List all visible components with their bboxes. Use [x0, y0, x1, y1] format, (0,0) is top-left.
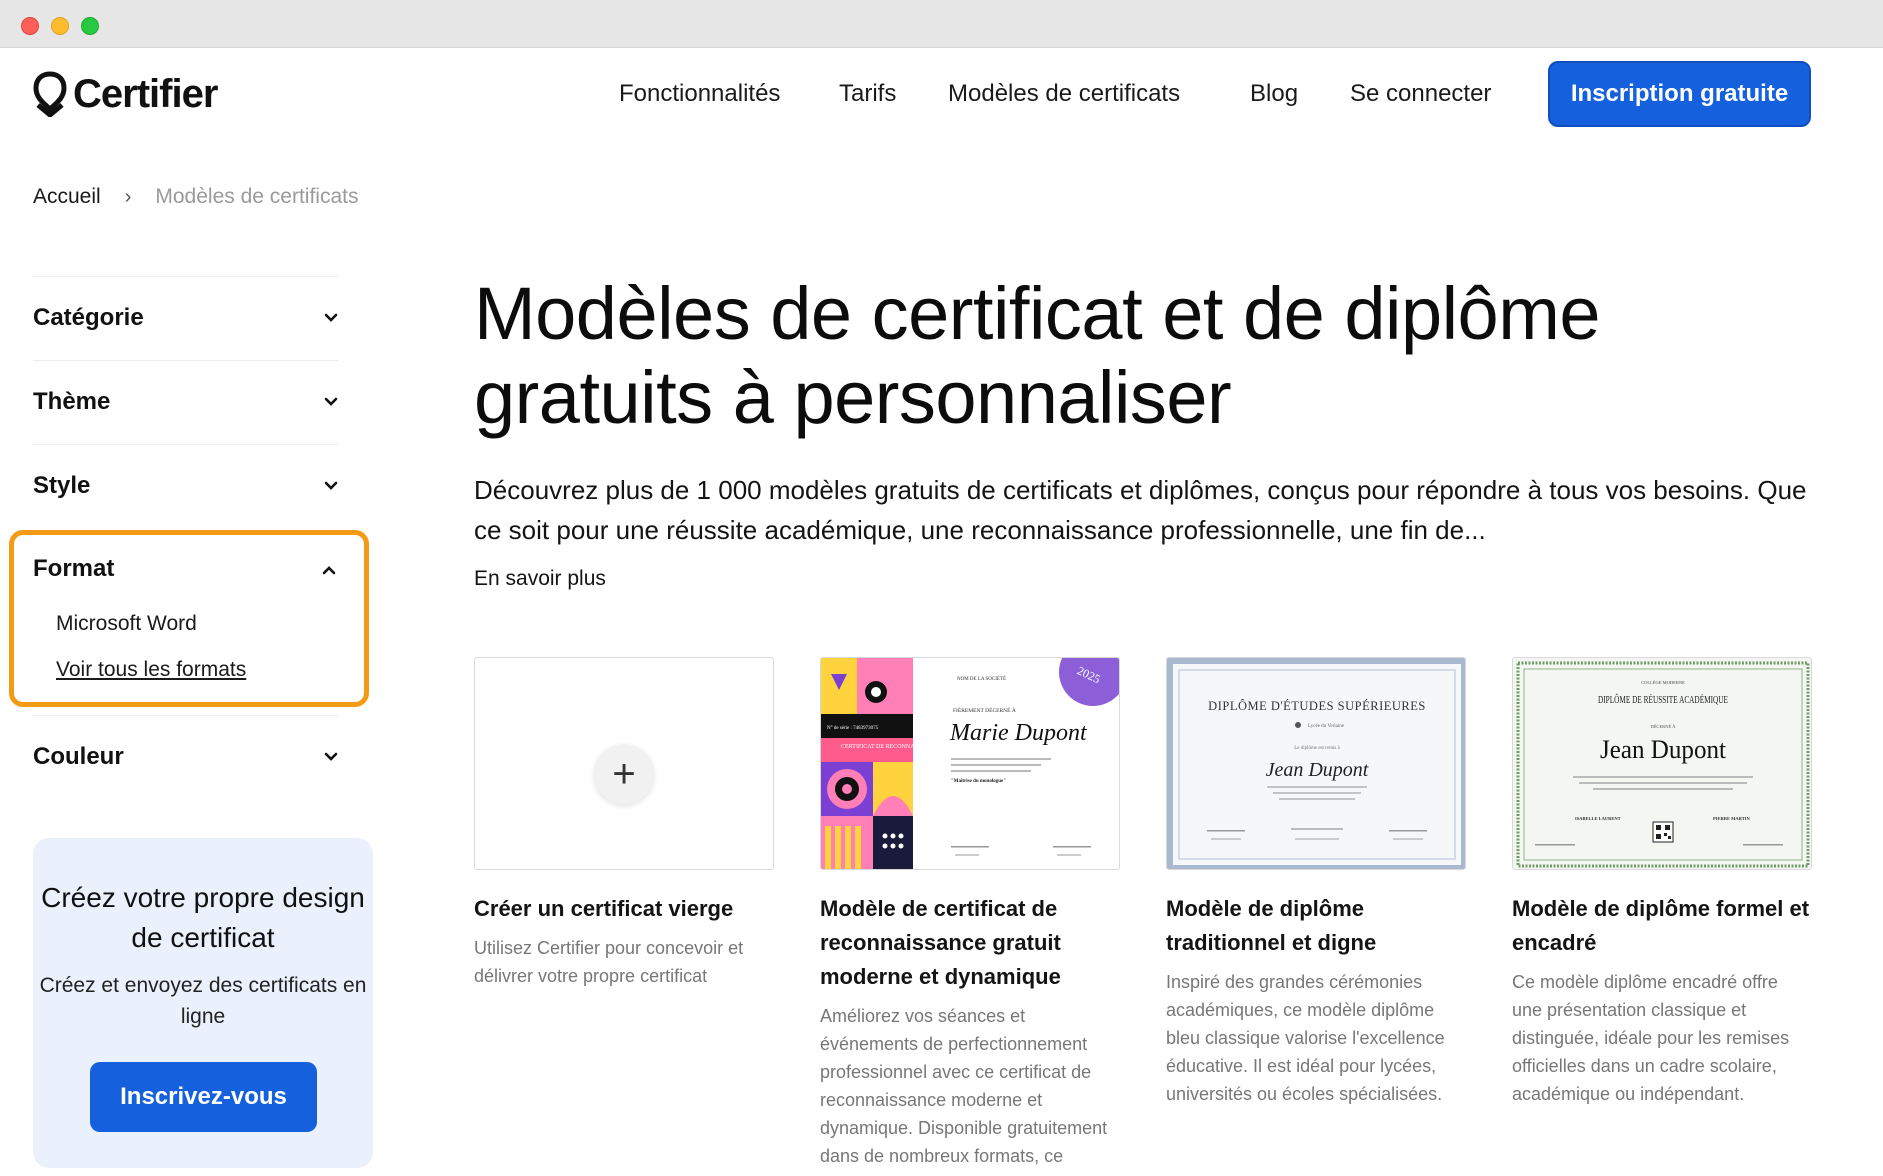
template-card-traditional[interactable]: DIPLÔME D'ÉTUDES SUPÉRIEURES Lycée du Ve…	[1166, 657, 1466, 1108]
filter-label: Catégorie	[33, 304, 144, 331]
chevron-up-icon[interactable]	[322, 563, 336, 577]
filter-couleur[interactable]: Couleur	[33, 715, 338, 799]
promo-subtitle: Créez et envoyez des certificats en lign…	[39, 974, 367, 1028]
filter-style[interactable]: Style	[33, 444, 338, 528]
close-window-button[interactable]	[21, 17, 39, 35]
certificate-preview-framed: COLLÈGE MODERNE DIPLÔME DE RÉUSSITE ACAD…	[1513, 658, 1811, 869]
awarded-line: Le diplôme est remis à	[1294, 746, 1340, 751]
read-more-link[interactable]: En savoir plus	[474, 567, 606, 591]
card-thumbnail[interactable]: COLLÈGE MODERNE DIPLÔME DE RÉUSSITE ACAD…	[1512, 657, 1812, 870]
nav-blog[interactable]: Blog	[1250, 80, 1298, 108]
certificate-type: CERTIFICAT DE RECONNAISSANCE	[841, 744, 940, 750]
certifier-logo[interactable]: Certifier	[33, 70, 218, 118]
breadcrumb-current: Modèles de certificats	[155, 185, 359, 208]
card-title[interactable]: Modèle de diplôme formel et encadré	[1512, 892, 1812, 960]
breadcrumb-separator: ›	[124, 185, 132, 208]
nav-modeles[interactable]: Modèles de certificats	[948, 80, 1180, 108]
filter-label: Style	[33, 472, 91, 499]
minimize-window-button[interactable]	[51, 17, 69, 35]
filter-sidebar: Catégorie Thème Style	[33, 276, 338, 528]
company-name: NOM DE LA SOCIÉTÉ	[957, 676, 1006, 682]
certificate-preview-modern: N° de série : 7483973075 CERTIFICAT DE R…	[821, 658, 1119, 869]
certifier-logo-icon	[33, 71, 67, 117]
recipient-name: Jean Dupont	[1600, 735, 1727, 764]
filter-theme[interactable]: Thème	[33, 360, 338, 444]
card-title[interactable]: Créer un certificat vierge	[474, 892, 774, 926]
diploma-heading: DIPLÔME D'ÉTUDES SUPÉRIEURES	[1208, 699, 1426, 713]
promo-title: Créez votre propre design de certificat	[41, 882, 365, 953]
card-description: Améliorez vos séances et événements de p…	[820, 1006, 1108, 1176]
format-see-all-link[interactable]: Voir tous les formats	[56, 658, 246, 682]
awarded-line: DÉCERNÉ À	[1650, 724, 1676, 729]
card-thumbnail[interactable]: DIPLÔME D'ÉTUDES SUPÉRIEURES Lycée du Ve…	[1166, 657, 1466, 870]
card-description: Utilisez Certifier pour concevoir et dél…	[474, 938, 744, 986]
signup-button[interactable]: Inscription gratuite	[1548, 61, 1811, 127]
recipient-name: Jean Dupont	[1266, 759, 1369, 781]
browser-chrome	[0, 0, 1883, 48]
card-title[interactable]: Modèle de diplôme traditionnel et digne	[1166, 892, 1466, 960]
maximize-window-button[interactable]	[81, 17, 99, 35]
signature-right: PIERRE MARTIN	[1713, 816, 1750, 821]
chevron-down-icon	[324, 313, 338, 322]
certificate-preview-traditional: DIPLÔME D'ÉTUDES SUPÉRIEURES Lycée du Ve…	[1167, 658, 1465, 869]
brand-name: Certifier	[73, 71, 218, 116]
filter-format[interactable]: Format	[33, 555, 114, 583]
school-name: Lycée du Verlaine	[1308, 724, 1345, 729]
breadcrumb-home[interactable]: Accueil	[33, 185, 101, 209]
filter-label: Thème	[33, 388, 111, 415]
card-thumbnail[interactable]: N° de série : 7483973075 CERTIFICAT DE R…	[820, 657, 1120, 870]
format-option-word[interactable]: Microsoft Word	[56, 612, 197, 636]
filter-label: Couleur	[33, 743, 124, 770]
chevron-down-icon	[324, 752, 338, 761]
card-title[interactable]: Modèle de certificat de reconnaissance g…	[820, 892, 1120, 994]
card-description: Inspiré des grandes cérémonies académiqu…	[1166, 972, 1445, 1104]
diploma-heading: DIPLÔME DE RÉUSSITE ACADÉMIQUE	[1598, 694, 1728, 706]
breadcrumb: Accueil › Modèles de certificats	[33, 185, 358, 209]
promo-signup-button[interactable]: Inscrivez-vous	[90, 1062, 317, 1132]
nav-tarifs[interactable]: Tarifs	[839, 80, 896, 108]
page-title: Modèles de certificat et de diplôme grat…	[474, 272, 1601, 439]
template-card-blank[interactable]: + Créer un certificat vierge Utilisez Ce…	[474, 657, 774, 990]
nav-fonctionnalites[interactable]: Fonctionnalités	[619, 80, 780, 108]
award-line: FIÈREMENT DÉCERNÉ À	[953, 706, 1016, 714]
template-card-framed[interactable]: COLLÈGE MODERNE DIPLÔME DE RÉUSSITE ACAD…	[1512, 657, 1812, 1108]
nav-se-connecter[interactable]: Se connecter	[1350, 80, 1491, 108]
card-description: Ce modèle diplôme encadré offre une prés…	[1512, 972, 1790, 1104]
plus-icon[interactable]: +	[594, 744, 654, 804]
serial-number: N° de série : 7483973075	[827, 726, 879, 731]
filter-categorie[interactable]: Catégorie	[33, 276, 338, 360]
site-header: Certifier Fonctionnalités Tarifs Modèles…	[0, 48, 1883, 140]
intro-text: Découvrez plus de 1 000 modèles gratuits…	[474, 475, 1807, 545]
school-name: COLLÈGE MODERNE	[1641, 680, 1685, 685]
promo-card: Créez votre propre design de certificat …	[33, 838, 373, 1168]
recipient-name: Marie Dupont	[949, 720, 1088, 746]
chevron-down-icon	[324, 481, 338, 490]
template-card-modern[interactable]: N° de série : 7483973075 CERTIFICAT DE R…	[820, 657, 1120, 1176]
card-thumbnail[interactable]: +	[474, 657, 774, 870]
course-name: "Maîtrise du monologue"	[951, 779, 1006, 784]
chevron-down-icon	[324, 397, 338, 406]
signature-left: ISABELLE LAURENT	[1575, 816, 1621, 821]
